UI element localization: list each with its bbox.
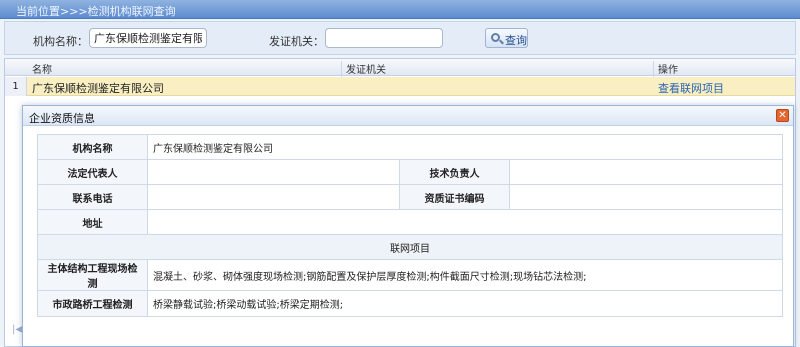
- search-icon: [491, 33, 500, 42]
- search-panel: 机构名称： 发证机关： 查询: [4, 21, 796, 55]
- tech-lead-value: [509, 159, 783, 185]
- close-icon[interactable]: ✕: [776, 109, 789, 122]
- project-label: 主体结构工程现场检测: [37, 259, 148, 291]
- address-value: [147, 209, 783, 235]
- section-title: 联网项目: [37, 234, 783, 260]
- column-divider: [341, 61, 342, 78]
- org-name-label: 机构名称：: [33, 35, 88, 48]
- column-header-name[interactable]: 名称: [32, 61, 52, 76]
- dialog-header: 企业资质信息 ✕: [23, 106, 793, 126]
- phone-key: 联系电话: [37, 184, 148, 210]
- column-header-action[interactable]: 操作: [658, 61, 678, 76]
- cert-no-key: 资质证书编码: [399, 184, 510, 210]
- dialog-title: 企业资质信息: [29, 112, 95, 125]
- company-info-dialog: 企业资质信息 ✕ 机构名称 广东保顺检测鉴定有限公司 法定代表人 技术负责人 联…: [22, 105, 794, 347]
- project-value: 混凝土、砂浆、砌体强度现场检测;钢筋配置及保护层厚度检测;构件截面尺寸检测;现场…: [147, 259, 783, 291]
- legal-rep-value: [147, 159, 400, 185]
- org-name-value: 广东保顺检测鉴定有限公司: [147, 134, 783, 160]
- cert-no-value: [509, 184, 783, 210]
- legal-rep-key: 法定代表人: [37, 159, 148, 185]
- view-projects-link[interactable]: 查看联网项目: [658, 80, 724, 96]
- company-info-table: 机构名称 广东保顺检测鉴定有限公司 法定代表人 技术负责人 联系电话 资质证书编…: [37, 134, 783, 317]
- search-button-label: 查询: [505, 34, 527, 47]
- grid-header: 名称 发证机关 操作: [5, 59, 795, 78]
- org-name-key: 机构名称: [37, 134, 148, 160]
- column-divider: [653, 61, 654, 78]
- breadcrumb-bar: 当前位置>>>检测机构联网查询: [0, 0, 800, 19]
- row-index: 1: [5, 77, 27, 96]
- search-button[interactable]: 查询: [485, 28, 528, 48]
- row-name: 广东保顺检测鉴定有限公司: [32, 82, 164, 95]
- issuer-label: 发证机关：: [269, 35, 324, 48]
- table-row[interactable]: 1 广东保顺检测鉴定有限公司 查看联网项目: [5, 77, 795, 96]
- org-name-input[interactable]: [89, 28, 207, 48]
- tech-lead-key: 技术负责人: [399, 159, 510, 185]
- phone-value: [147, 184, 400, 210]
- column-header-issuer[interactable]: 发证机关: [346, 61, 386, 76]
- address-key: 地址: [37, 209, 148, 235]
- breadcrumb: 当前位置>>>检测机构联网查询: [16, 5, 176, 18]
- issuer-input[interactable]: [325, 28, 443, 48]
- project-value: 桥梁静载试验;桥梁动载试验;桥梁定期检测;: [147, 290, 783, 317]
- project-label: 市政路桥工程检测: [37, 290, 148, 317]
